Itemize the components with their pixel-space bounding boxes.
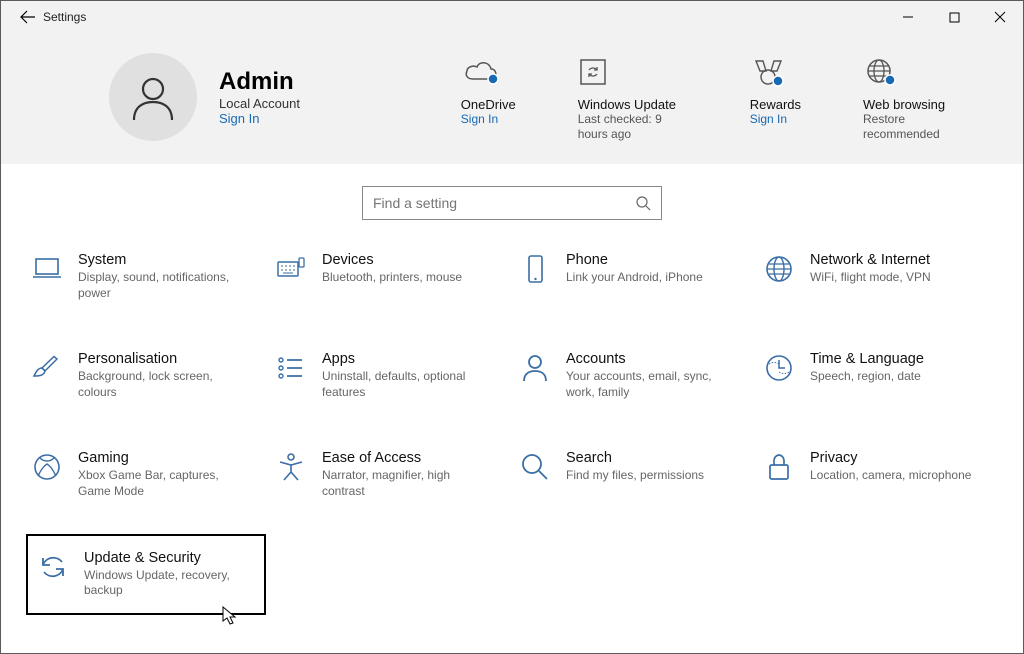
person-icon [521, 353, 549, 383]
search-area [1, 164, 1023, 248]
phone-icon [524, 254, 546, 284]
category-phone[interactable]: Phone Link your Android, iPhone [514, 248, 754, 305]
list-icon [276, 355, 306, 381]
category-sub: Your accounts, email, sync, work, family [566, 369, 736, 400]
category-grid: System Display, sound, notifications, pow… [1, 248, 1023, 615]
category-network[interactable]: Network & Internet WiFi, flight mode, VPN [758, 248, 998, 305]
globe-icon [863, 57, 899, 89]
search-box[interactable] [362, 186, 662, 220]
tile-sub: Last checked: 9 hours ago [578, 112, 688, 142]
tile-title: OneDrive [461, 97, 516, 112]
titlebar: Settings [1, 1, 1023, 33]
category-sub: Narrator, magnifier, high contrast [322, 468, 492, 499]
category-sub: Location, camera, microphone [810, 468, 971, 484]
user-block: Admin Local Account Sign In [219, 68, 300, 126]
user-subtitle: Local Account [219, 96, 300, 111]
category-title: Accounts [566, 351, 736, 367]
search-icon [635, 195, 651, 211]
category-search[interactable]: Search Find my files, permissions [514, 446, 754, 503]
back-button[interactable] [13, 9, 43, 25]
xbox-icon [32, 452, 62, 482]
accessibility-icon [276, 452, 306, 482]
category-title: Time & Language [810, 351, 924, 367]
category-sub: WiFi, flight mode, VPN [810, 270, 931, 286]
tile-link[interactable]: Sign In [750, 112, 787, 126]
clock-globe-icon [764, 353, 794, 383]
tile-title: Windows Update [578, 97, 676, 112]
category-update-security[interactable]: Update & Security Windows Update, recover… [26, 534, 266, 615]
category-ease-of-access[interactable]: Ease of Access Narrator, magnifier, high … [270, 446, 510, 503]
category-title: Phone [566, 252, 703, 268]
back-arrow-icon [20, 9, 36, 25]
sync-square-icon [578, 57, 612, 89]
close-button[interactable] [977, 1, 1023, 33]
keyboard-icon [276, 256, 306, 282]
maximize-button[interactable] [931, 1, 977, 33]
category-sub: Uninstall, defaults, optional features [322, 369, 492, 400]
status-tiles: OneDrive Sign In Windows Update Last che… [461, 51, 973, 142]
window-controls [885, 1, 1023, 33]
category-sub: Windows Update, recovery, backup [84, 568, 254, 599]
user-name: Admin [219, 68, 300, 96]
medal-icon [750, 57, 788, 89]
account-banner: Admin Local Account Sign In OneDrive Sig… [1, 33, 1023, 164]
category-privacy[interactable]: Privacy Location, camera, microphone [758, 446, 998, 503]
minimize-button[interactable] [885, 1, 931, 33]
category-title: Gaming [78, 450, 248, 466]
tile-link[interactable]: Sign In [461, 112, 498, 126]
category-sub: Find my files, permissions [566, 468, 704, 484]
category-sub: Link your Android, iPhone [566, 270, 703, 286]
category-title: Apps [322, 351, 492, 367]
tile-rewards[interactable]: Rewards Sign In [750, 51, 801, 142]
tile-sub: Restore recommended [863, 112, 973, 142]
sync-icon [38, 552, 68, 582]
category-title: Devices [322, 252, 462, 268]
user-avatar[interactable] [109, 53, 197, 141]
user-signin-link[interactable]: Sign In [219, 111, 300, 126]
category-title: Network & Internet [810, 252, 931, 268]
category-accounts[interactable]: Accounts Your accounts, email, sync, work… [514, 347, 754, 404]
tile-windows-update[interactable]: Windows Update Last checked: 9 hours ago [578, 51, 688, 142]
globe-icon [764, 254, 794, 284]
tile-title: Web browsing [863, 97, 945, 112]
paintbrush-icon [32, 353, 62, 383]
category-title: Search [566, 450, 704, 466]
category-apps[interactable]: Apps Uninstall, defaults, optional featur… [270, 347, 510, 404]
category-title: Privacy [810, 450, 971, 466]
category-title: Update & Security [84, 550, 254, 566]
tile-web-browsing[interactable]: Web browsing Restore recommended [863, 51, 973, 142]
category-title: Personalisation [78, 351, 248, 367]
category-title: Ease of Access [322, 450, 492, 466]
tile-onedrive[interactable]: OneDrive Sign In [461, 51, 516, 142]
window-title: Settings [43, 10, 86, 24]
category-sub: Background, lock screen, colours [78, 369, 248, 400]
category-sub: Xbox Game Bar, captures, Game Mode [78, 468, 248, 499]
category-sub: Display, sound, notifications, power [78, 270, 248, 301]
category-title: System [78, 252, 248, 268]
category-gaming[interactable]: Gaming Xbox Game Bar, captures, Game Mode [26, 446, 266, 503]
category-devices[interactable]: Devices Bluetooth, printers, mouse [270, 248, 510, 305]
category-sub: Speech, region, date [810, 369, 924, 385]
person-icon [128, 72, 178, 122]
category-sub: Bluetooth, printers, mouse [322, 270, 462, 286]
category-time-language[interactable]: Time & Language Speech, region, date [758, 347, 998, 404]
laptop-icon [32, 256, 62, 282]
search-icon [520, 452, 550, 482]
tile-title: Rewards [750, 97, 801, 112]
search-input[interactable] [373, 195, 635, 211]
lock-icon [765, 452, 793, 482]
category-system[interactable]: System Display, sound, notifications, pow… [26, 248, 266, 305]
cloud-icon [461, 57, 501, 89]
category-personalisation[interactable]: Personalisation Background, lock screen, … [26, 347, 266, 404]
